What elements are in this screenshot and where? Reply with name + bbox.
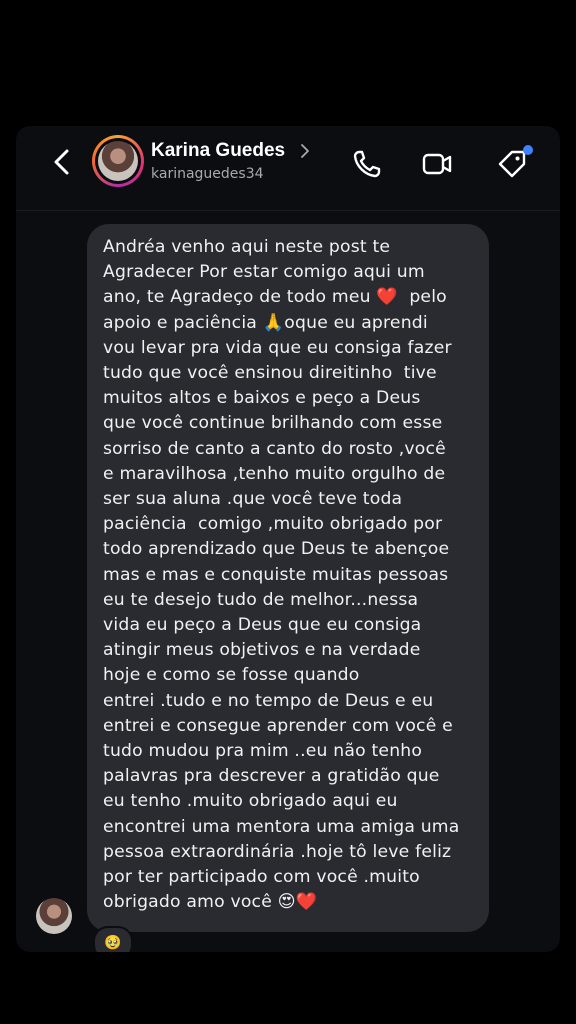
contact-username[interactable]: karinaguedes34 — [151, 166, 264, 182]
avatar-photo — [98, 141, 138, 181]
chevron-right-icon[interactable] — [299, 143, 311, 159]
unread-dot — [523, 145, 533, 155]
chat-header: Karina Guedes karinaguedes34 — [16, 126, 560, 211]
message-text: Andréa venho aqui neste post te Agradece… — [103, 237, 460, 913]
message-reaction[interactable]: 🥹 — [93, 926, 133, 952]
contact-name[interactable]: Karina Guedes — [151, 140, 285, 162]
sender-avatar[interactable] — [36, 898, 72, 934]
contact-avatar[interactable] — [92, 135, 144, 187]
phone-icon[interactable] — [351, 148, 383, 180]
message-bubble[interactable]: Andréa venho aqui neste post te Agradece… — [87, 224, 489, 932]
chat-window: Karina Guedes karinaguedes34 Andréa venh… — [16, 126, 560, 952]
back-chevron-icon[interactable] — [50, 148, 74, 176]
video-camera-icon[interactable] — [421, 148, 453, 180]
